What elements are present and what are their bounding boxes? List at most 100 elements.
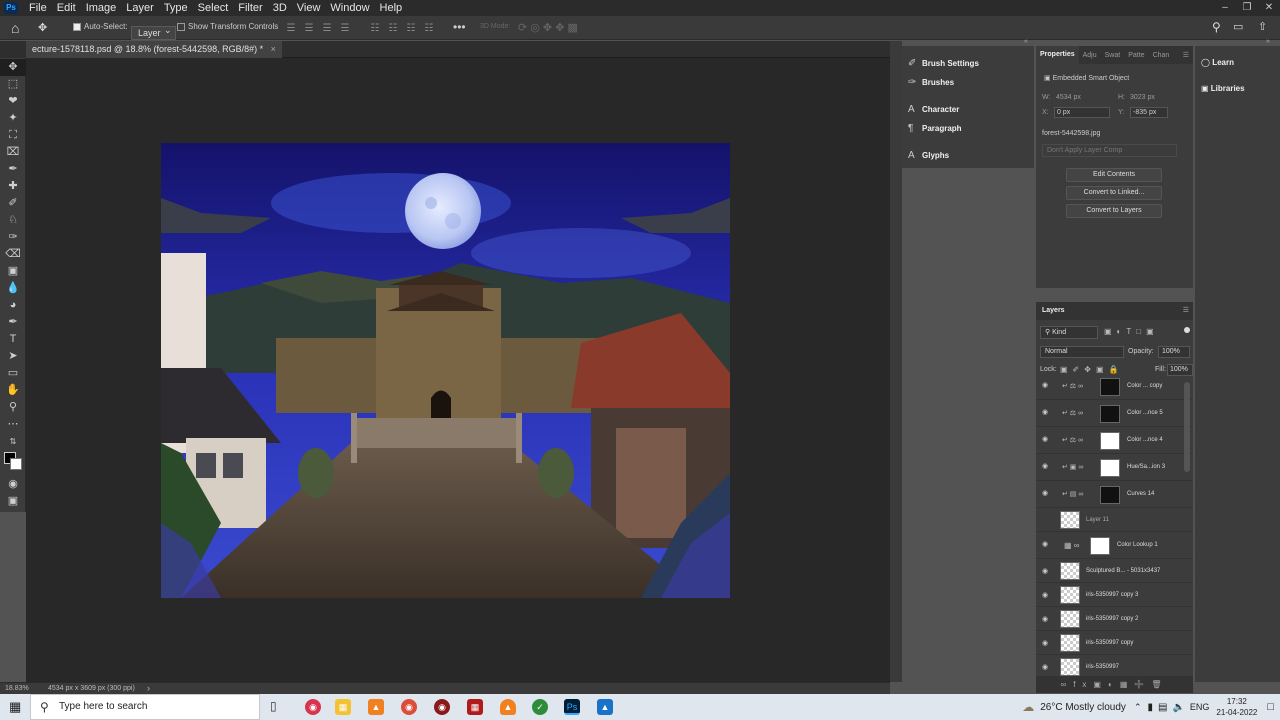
visibility-eye-icon[interactable]: ◉: [1042, 541, 1050, 548]
more-options-icon[interactable]: •••: [453, 20, 466, 34]
app-icon-7[interactable]: ▲: [500, 699, 516, 715]
type-tool-icon[interactable]: T: [0, 331, 26, 348]
layer-row[interactable]: ◉ ↵ ▤ ∞ Curves 14: [1036, 482, 1193, 508]
layer-name[interactable]: Color ...nce 4: [1127, 437, 1163, 443]
menu-layer[interactable]: Layer: [121, 0, 159, 16]
character-panel-button[interactable]: A Character: [908, 104, 959, 115]
restore-icon[interactable]: ❐: [1236, 0, 1258, 16]
libraries-panel-button[interactable]: ▣ Libraries: [1201, 84, 1245, 93]
minimize-icon[interactable]: –: [1214, 0, 1236, 16]
menu-filter[interactable]: Filter: [233, 0, 267, 16]
height-value[interactable]: 3023 px: [1130, 94, 1155, 101]
visibility-eye-icon[interactable]: ◉: [1042, 463, 1050, 470]
background-color[interactable]: [10, 458, 22, 470]
app-icon-1[interactable]: ◉: [305, 699, 321, 715]
visibility-eye-icon[interactable]: ◉: [1042, 382, 1050, 389]
menu-view[interactable]: View: [292, 0, 326, 16]
layer-row[interactable]: ◉ ↵ ⚖ ∞ Color ... copy: [1036, 374, 1193, 400]
windows-start-icon[interactable]: ▦: [9, 699, 21, 715]
layers-title[interactable]: Layers: [1042, 307, 1065, 314]
gradient-tool-icon[interactable]: ▣: [0, 263, 26, 280]
status-menu-chevron-icon[interactable]: ›: [147, 683, 150, 694]
layers-scrollbar[interactable]: [1184, 382, 1190, 472]
opacity-input[interactable]: 100%: [1158, 346, 1190, 358]
move-tool-icon[interactable]: ✥: [0, 59, 26, 76]
eyedropper-tool-icon[interactable]: ✒: [0, 161, 26, 178]
zoom-tool-icon[interactable]: ⚲: [0, 399, 26, 416]
workspace-icon[interactable]: ▭: [1233, 20, 1243, 33]
menu-3d[interactable]: 3D: [268, 0, 292, 16]
filter-toggle-icon[interactable]: [1184, 327, 1190, 333]
new-layer-icon[interactable]: ➕: [1134, 680, 1151, 689]
edit-contents-button[interactable]: Edit Contents: [1066, 168, 1162, 182]
more-tools-icon[interactable]: ⋯: [0, 416, 26, 433]
learn-panel-button[interactable]: ◯ Learn: [1201, 58, 1234, 67]
align-icons[interactable]: ☰ ☰ ☰ ☰: [282, 22, 354, 35]
app-icon-6[interactable]: ▦: [467, 699, 483, 715]
menu-file[interactable]: File: [24, 0, 52, 16]
align-left-icon[interactable]: ☰: [284, 23, 298, 35]
move-tool-icon[interactable]: ✥: [38, 21, 47, 34]
lasso-tool-icon[interactable]: ❤: [0, 93, 26, 110]
link-layers-icon[interactable]: ∞: [1060, 680, 1073, 689]
search-icon[interactable]: ⚲: [1212, 20, 1221, 34]
align-top-icon[interactable]: ☰: [338, 23, 352, 35]
visibility-eye-icon[interactable]: ◉: [1042, 409, 1050, 416]
paragraph-panel-button[interactable]: ¶ Paragraph: [908, 123, 962, 134]
visibility-eye-icon[interactable]: ◉: [1042, 592, 1050, 599]
close-icon[interactable]: ✕: [1258, 0, 1280, 16]
tab-channels[interactable]: Chan: [1149, 52, 1174, 59]
distribute-icons[interactable]: ☷ ☷ ☷ ☷: [366, 22, 438, 35]
blend-mode-dropdown[interactable]: Normal: [1040, 346, 1124, 358]
width-value[interactable]: 4534 px: [1056, 94, 1081, 101]
screen-mode-icon[interactable]: ▣: [0, 493, 26, 510]
battery-icon[interactable]: ▮: [1147, 702, 1153, 713]
add-mask-icon[interactable]: ▣: [1093, 680, 1108, 689]
app-icon-8[interactable]: ✓: [532, 699, 548, 715]
visibility-eye-icon[interactable]: ◉: [1042, 616, 1050, 623]
menu-window[interactable]: Window: [325, 0, 374, 16]
task-view-icon[interactable]: ▯: [270, 699, 277, 713]
quick-mask-icon[interactable]: ◉: [0, 476, 26, 493]
color-swatches[interactable]: [0, 450, 25, 476]
pen-tool-icon[interactable]: ✒: [0, 314, 26, 331]
tab-swatches[interactable]: Swat: [1101, 52, 1125, 59]
adjustment-icon[interactable]: ◐: [1108, 680, 1120, 689]
distribute-1-icon[interactable]: ☷: [368, 23, 382, 35]
history-brush-tool-icon[interactable]: ✑: [0, 229, 26, 246]
layer-row[interactable]: ◉ ↵ ▣ ∞ Hue/Sa...ion 3: [1036, 455, 1193, 481]
marquee-tool-icon[interactable]: ⬚: [0, 76, 26, 93]
distribute-3-icon[interactable]: ☷: [404, 23, 418, 35]
network-icon[interactable]: ▤: [1158, 702, 1167, 713]
collapse-right-panels-icon[interactable]: »: [1266, 38, 1270, 45]
lock-icons[interactable]: ▣✐✥▣🔒: [1060, 365, 1123, 374]
chrome-icon[interactable]: ◉: [401, 699, 417, 715]
panel-menu-icon[interactable]: ☰: [1179, 51, 1193, 59]
layer-row[interactable]: ◉ ↵ ⚖ ∞ Color ...nce 5: [1036, 401, 1193, 427]
convert-to-linked-button[interactable]: Convert to Linked...: [1066, 186, 1162, 200]
app-icon-5[interactable]: ◉: [434, 699, 450, 715]
language-indicator[interactable]: ENG: [1190, 702, 1210, 712]
auto-select-checkbox[interactable]: Auto-Select:: [73, 22, 128, 31]
eraser-tool-icon[interactable]: ⌫: [0, 246, 26, 263]
tab-properties[interactable]: Properties: [1036, 46, 1079, 64]
layer-name[interactable]: Color ...nce 5: [1127, 410, 1163, 416]
frame-tool-icon[interactable]: ⌧: [0, 144, 26, 161]
swap-colors-icon[interactable]: ⇅: [0, 433, 26, 450]
tab-adjustments[interactable]: Adju: [1079, 52, 1101, 59]
layer-name[interactable]: Color ... copy: [1127, 383, 1162, 389]
layer-row[interactable]: ◉ ↵ ⚖ ∞ Color ...nce 4: [1036, 428, 1193, 454]
layer-name[interactable]: iris-5350997: [1086, 664, 1119, 670]
glyphs-panel-button[interactable]: A Glyphs: [908, 150, 949, 161]
convert-to-layers-button[interactable]: Convert to Layers: [1066, 204, 1162, 218]
layer-name[interactable]: Layer 11: [1086, 517, 1109, 523]
weather-text[interactable]: 26°C Mostly cloudy: [1040, 702, 1126, 713]
zoom-level[interactable]: 18.83%: [5, 683, 29, 694]
taskbar-search-box[interactable]: ⚲ Type here to search: [30, 694, 260, 720]
weather-icon[interactable]: ☁: [1022, 700, 1034, 714]
collapse-panels-icon[interactable]: «: [1024, 38, 1028, 45]
vlc-icon[interactable]: ▲: [368, 699, 384, 715]
stamp-tool-icon[interactable]: ♘: [0, 212, 26, 229]
home-icon[interactable]: ⌂: [11, 20, 19, 36]
layer-row[interactable]: ◉ iris-5350997 copy 3: [1036, 584, 1193, 607]
